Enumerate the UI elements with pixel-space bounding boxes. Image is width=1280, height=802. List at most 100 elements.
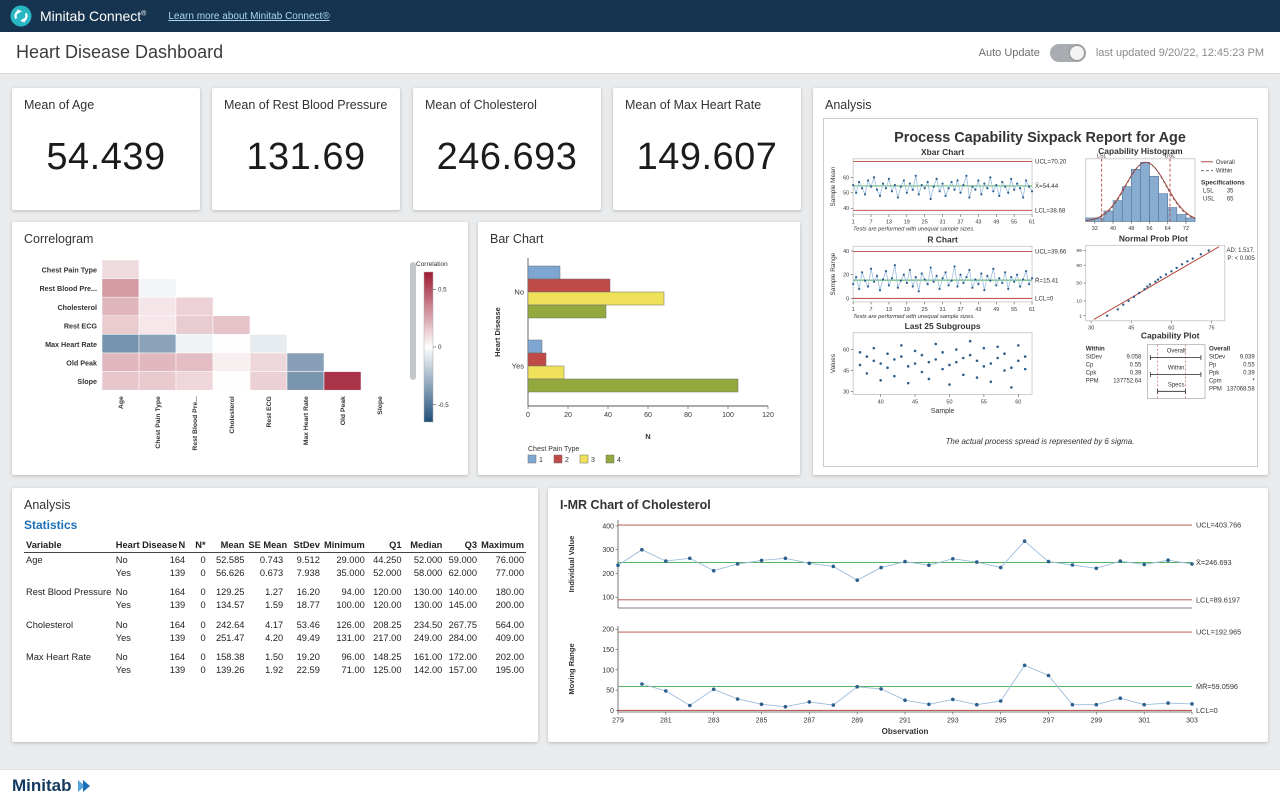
svg-text:61: 61 [1029,307,1035,313]
imr-chart-card: I-MR Chart of Cholesterol 100200300400UC… [548,488,1268,742]
correlogram-card: Correlogram Chest Pain TypeRest Blood Pr… [12,222,468,475]
svg-text:Rest ECG: Rest ECG [64,321,98,330]
statistics-link[interactable]: Statistics [24,518,77,532]
svg-text:49: 49 [993,307,999,313]
svg-text:Overall: Overall [1167,349,1186,355]
svg-text:UCL=39.66: UCL=39.66 [1035,249,1067,256]
svg-text:100: 100 [722,412,734,419]
svg-text:40: 40 [1110,226,1116,232]
svg-text:Overall: Overall [1216,160,1235,166]
learn-more-link[interactable]: Learn more about Minitab Connect® [168,11,329,22]
svg-text:9.039: 9.039 [1240,355,1256,361]
svg-text:Specifications: Specifications [1201,180,1245,187]
svg-text:279: 279 [612,718,624,725]
svg-text:40: 40 [843,206,849,212]
svg-text:100: 100 [602,595,614,602]
svg-text:Within: Within [1216,169,1233,175]
imr-chart: 100200300400UCL=403.766X̄=246.693LCL=89.… [554,514,1262,736]
svg-text:0: 0 [846,296,849,302]
svg-text:37: 37 [957,307,963,313]
svg-text:90: 90 [1076,263,1082,269]
stats-col-header: Variable [24,538,114,553]
svg-text:Tests are performed with unequ: Tests are performed with unequal sample … [853,314,975,320]
svg-text:40: 40 [878,399,884,405]
auto-update-label: Auto Update [979,47,1040,59]
svg-text:P: < 0.005: P: < 0.005 [1227,256,1255,262]
svg-text:150: 150 [602,647,614,654]
svg-text:200: 200 [602,627,614,634]
svg-text:35: 35 [1227,189,1234,195]
svg-text:45: 45 [843,369,849,375]
svg-text:Normal Prob Plot: Normal Prob Plot [1119,233,1188,243]
svg-text:Sample Mean: Sample Mean [830,166,837,206]
svg-text:55: 55 [1011,219,1017,225]
sixpack-chart: Process Capability Sixpack Report for Ag… [825,126,1256,454]
svg-text:50: 50 [946,399,952,405]
svg-text:72: 72 [1183,226,1189,232]
svg-text:25: 25 [922,307,928,313]
svg-text:25: 25 [922,219,928,225]
kpi-value: 131.69 [212,136,400,179]
svg-text:50: 50 [1076,281,1082,287]
svg-text:0.5: 0.5 [438,287,447,294]
svg-text:30: 30 [843,390,849,396]
svg-text:0.39: 0.39 [1243,370,1255,376]
svg-text:137068.58: 137068.58 [1227,386,1256,392]
svg-text:Cpm: Cpm [1209,378,1222,384]
svg-text:Moving Range: Moving Range [567,643,576,694]
svg-text:0.39: 0.39 [1130,370,1142,376]
svg-text:Tests are performed with unequ: Tests are performed with unequal sample … [853,226,975,232]
svg-text:1: 1 [852,307,855,313]
svg-text:10: 10 [1076,299,1082,305]
svg-text:No: No [514,288,524,297]
minitab-logo-text: Minitab [12,776,72,796]
stats-row: Yes139056.6260.6737.93835.00052.00058.00… [24,566,526,579]
card-title: Analysis [12,488,538,512]
svg-text:LCL=0: LCL=0 [1196,706,1218,715]
svg-text:Cholesterol: Cholesterol [229,396,236,434]
svg-text:Chest Pain Type: Chest Pain Type [155,396,162,449]
svg-text:43: 43 [975,307,981,313]
svg-text:Capability Plot: Capability Plot [1141,331,1200,341]
svg-text:Slope: Slope [77,377,97,386]
svg-text:0.55: 0.55 [1243,363,1255,369]
svg-text:Xbar Chart: Xbar Chart [921,147,964,157]
kpi-card-mean-max-hr: Mean of Max Heart Rate 149.607 [613,88,801,210]
svg-text:AD: 1.517,: AD: 1.517, [1227,248,1255,254]
svg-text:60: 60 [843,348,849,354]
svg-text:289: 289 [851,718,863,725]
svg-text:61: 61 [1029,219,1035,225]
bar-chart: NoYes020406080100120NHeart DiseaseChest … [486,248,792,468]
svg-text:137752.64: 137752.64 [1113,378,1142,384]
svg-text:Old Peak: Old Peak [66,359,97,368]
minitab-logo[interactable]: Minitab [12,776,94,796]
auto-update-toggle[interactable] [1050,44,1086,62]
correlogram-scrollbar[interactable] [410,262,416,380]
stats-row: Yes1390139.261.9222.5971.00125.00142.001… [24,664,526,677]
minitab-connect-logo-icon[interactable] [10,5,32,27]
svg-text:Correlation: Correlation [416,261,448,268]
svg-text:Process Capability Sixpack Rep: Process Capability Sixpack Report for Ag… [894,130,1186,146]
svg-text:55: 55 [981,399,987,405]
svg-text:Within: Within [1168,366,1185,372]
svg-text:*: * [1252,378,1255,384]
svg-text:Chest Pain Type: Chest Pain Type [528,446,579,453]
svg-text:LSL: LSL [1203,189,1214,195]
svg-text:Individual Value: Individual Value [567,536,576,593]
svg-text:3: 3 [591,457,595,464]
stats-col-header: N* [187,538,207,553]
svg-text:UCL=70.20: UCL=70.20 [1035,159,1067,166]
svg-text:Yes: Yes [512,362,524,371]
svg-text:Sample: Sample [931,408,955,415]
svg-text:R Chart: R Chart [927,234,958,244]
svg-text:Sample Range: Sample Range [830,252,837,295]
statistics-card: Analysis Statistics VariableHeart Diseas… [12,488,538,742]
svg-text:60: 60 [1015,399,1021,405]
svg-text:LCL=0: LCL=0 [1035,296,1054,303]
toggle-knob [1070,46,1084,60]
svg-text:281: 281 [660,718,672,725]
svg-text:301: 301 [1138,718,1150,725]
kpi-label: Mean of Max Heart Rate [613,88,801,112]
svg-text:45: 45 [1128,325,1134,331]
svg-text:56: 56 [1146,226,1152,232]
